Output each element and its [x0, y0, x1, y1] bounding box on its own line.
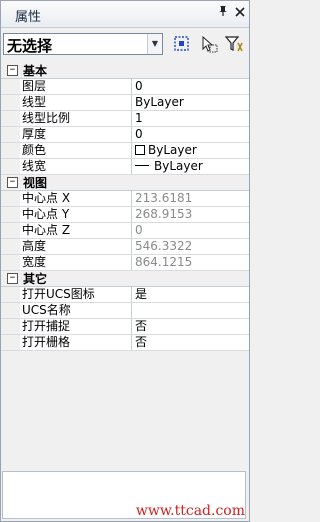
selection-dropdown[interactable]: 无选择 ▼	[3, 33, 163, 55]
property-row[interactable]: 线宽 ByLayer	[1, 159, 249, 175]
property-name: 宽度	[20, 255, 132, 270]
watermark: www.ttcad.com	[135, 503, 245, 519]
property-row[interactable]: 中心点 X 213.6181	[1, 191, 249, 207]
property-name: 中心点 Z	[20, 223, 132, 238]
property-row[interactable]: 线型 ByLayer	[1, 95, 249, 111]
property-name: 线型比例	[20, 111, 132, 126]
pin-icon[interactable]	[215, 5, 231, 21]
property-name: 颜色	[20, 143, 132, 158]
property-row[interactable]: 打开栅格 否	[1, 335, 249, 351]
property-value[interactable]: ByLayer	[133, 159, 203, 174]
lineweight-value: ByLayer	[154, 159, 203, 173]
collapse-toggle-icon[interactable]: −	[7, 65, 18, 76]
property-value[interactable]: 1	[133, 111, 143, 126]
property-grid: − 基本 图层 0 线型 ByLayer 线型比例 1 厚度 0 颜色 ByLa…	[1, 63, 249, 351]
category-row-misc[interactable]: − 其它	[1, 271, 249, 287]
property-name: 打开捕捉	[20, 319, 132, 334]
quick-select-filter-icon[interactable]	[224, 34, 244, 54]
property-row[interactable]: 打开捕捉 否	[1, 319, 249, 335]
category-label: 其它	[23, 272, 48, 286]
select-objects-icon[interactable]	[172, 34, 192, 54]
property-row[interactable]: 线型比例 1	[1, 111, 249, 127]
property-name: UCS名称	[20, 303, 132, 318]
property-value[interactable]: 否	[133, 335, 147, 350]
category-label: 视图	[23, 176, 48, 190]
chevron-down-icon[interactable]: ▼	[147, 34, 162, 54]
property-row[interactable]: 打开UCS图标 是	[1, 287, 249, 303]
property-name: 线宽	[20, 159, 132, 174]
property-value[interactable]: ByLayer	[133, 143, 197, 158]
collapse-toggle-icon[interactable]: −	[7, 273, 18, 284]
property-row[interactable]: 厚度 0	[1, 127, 249, 143]
property-value[interactable]: 0	[133, 127, 143, 142]
category-row-view[interactable]: − 视图	[1, 175, 249, 191]
close-icon[interactable]	[232, 5, 248, 21]
property-row[interactable]: 中心点 Y 268.9153	[1, 207, 249, 223]
property-name: 线型	[20, 95, 132, 110]
property-name: 打开UCS图标	[20, 287, 132, 302]
property-name: 高度	[20, 239, 132, 254]
property-row[interactable]: 中心点 Z 0	[1, 223, 249, 239]
property-name: 厚度	[20, 127, 132, 142]
property-row[interactable]: 宽度 864.1215	[1, 255, 249, 271]
panel-titlebar[interactable]: 属性	[1, 1, 249, 28]
property-name: 中心点 X	[20, 191, 132, 206]
property-name: 图层	[20, 79, 132, 94]
property-value: 864.1215	[135, 255, 193, 269]
property-row[interactable]: 高度 546.3322	[1, 239, 249, 255]
property-row[interactable]: 颜色 ByLayer	[1, 143, 249, 159]
property-value: 213.6181	[135, 191, 193, 205]
property-value[interactable]	[133, 303, 135, 318]
property-name: 中心点 Y	[20, 207, 132, 222]
properties-toolbar: 无选择 ▼	[1, 27, 249, 63]
property-row[interactable]: 图层 0	[1, 79, 249, 95]
color-swatch-icon	[135, 145, 145, 155]
pickadd-toggle-icon[interactable]	[199, 34, 219, 54]
property-value[interactable]: 0	[133, 79, 143, 94]
property-value[interactable]: 否	[133, 319, 147, 334]
color-value: ByLayer	[148, 143, 197, 157]
property-value: 0	[135, 223, 143, 237]
category-row-general[interactable]: − 基本	[1, 63, 249, 79]
lineweight-line-icon	[135, 165, 149, 166]
property-value[interactable]: ByLayer	[133, 95, 184, 110]
properties-panel: 属性 无选择 ▼ − 基本 图层 0 线型 ByLayer 线型比例 1 厚度 …	[0, 0, 250, 522]
grid-empty-area	[1, 351, 249, 471]
collapse-toggle-icon[interactable]: −	[7, 177, 18, 188]
property-value: 546.3322	[135, 239, 193, 253]
selection-value: 无选择	[7, 37, 53, 55]
property-name: 打开栅格	[20, 335, 132, 350]
property-value[interactable]: 是	[133, 287, 147, 302]
category-label: 基本	[23, 64, 48, 78]
property-row[interactable]: UCS名称	[1, 303, 249, 319]
property-value: 268.9153	[135, 207, 193, 221]
panel-title: 属性	[15, 10, 42, 25]
